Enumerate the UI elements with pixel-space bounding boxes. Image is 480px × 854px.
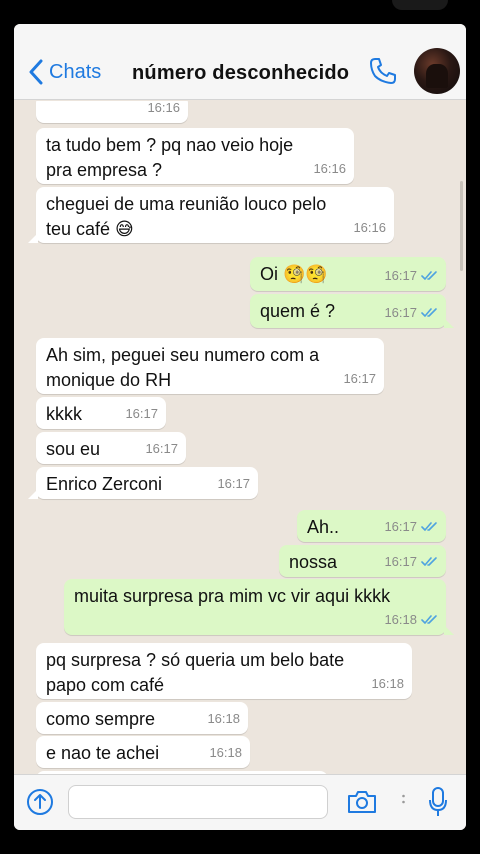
- message-meta: 16:18: [207, 706, 240, 731]
- double-check-icon: [421, 557, 437, 566]
- message-time: 16:17: [343, 371, 376, 386]
- incoming-message[interactable]: 16:16: [36, 101, 188, 123]
- message-meta: 16:16: [353, 215, 386, 240]
- message-time: 16:18: [209, 745, 242, 760]
- arrow-up-circle-icon[interactable]: [26, 788, 54, 816]
- message-text: teu café 😅: [46, 219, 134, 239]
- incoming-message[interactable]: e nao te achei 16:18: [36, 736, 250, 768]
- message-meta: 16:17: [384, 549, 438, 574]
- message-text: Ah sim, peguei seu numero com a: [46, 345, 320, 365]
- double-check-icon: [421, 522, 437, 531]
- outgoing-message[interactable]: Ah.. 16:17: [297, 510, 446, 542]
- message-meta: 16:17: [384, 300, 438, 325]
- contact-name[interactable]: número desconhecido: [132, 62, 349, 85]
- message-text: monique do RH: [46, 370, 172, 390]
- message-list[interactable]: 16:16 ta tudo bem ? pq nao veio hoje pra e…: [14, 101, 466, 774]
- message-time: 16:16: [313, 161, 346, 176]
- outgoing-message[interactable]: muita surpresa pra mim vc vir aqui kkkk 1…: [64, 579, 454, 635]
- message-text: muita surpresa pra mim vc vir aqui kkkk: [74, 586, 391, 606]
- message-meta: 16:16: [313, 156, 346, 181]
- phone-icon[interactable]: [368, 56, 398, 86]
- message-time: 16:17: [384, 519, 417, 534]
- message-time: 16:18: [371, 676, 404, 691]
- double-check-icon: [421, 271, 437, 280]
- incoming-message[interactable]: kkkk 16:17: [36, 397, 166, 429]
- message-time: 16:16: [353, 220, 386, 235]
- incoming-message[interactable]: ta tudo bem ? pq nao veio hoje pra empres…: [36, 128, 354, 184]
- message-meta: 16:17: [384, 514, 438, 539]
- back-to-chats-button[interactable]: Chats: [28, 58, 101, 86]
- message-meta: 16:17: [384, 263, 438, 288]
- back-label: Chats: [49, 60, 102, 83]
- message-meta: 16:17: [343, 366, 376, 391]
- outgoing-message[interactable]: quem é ? 16:17: [250, 294, 454, 328]
- outgoing-message[interactable]: Oi 🧐🧐 16:17: [250, 257, 446, 291]
- message-text: pra empresa ?: [46, 160, 163, 180]
- message-text: cheguei de uma reunião louco pelo: [46, 194, 327, 214]
- message-text: papo com café: [46, 675, 165, 695]
- double-check-icon: [421, 308, 437, 317]
- device-notch: [392, 0, 448, 10]
- message-time: 16:17: [384, 305, 417, 320]
- chat-header: Chats número desconhecido: [14, 24, 466, 100]
- message-input[interactable]: [68, 785, 328, 819]
- message-meta: 16:18: [209, 740, 242, 765]
- incoming-message[interactable]: Ah sim, peguei seu numero com a monique d…: [36, 338, 384, 394]
- message-text: ta tudo bem ? pq nao veio hoje: [46, 135, 294, 155]
- incoming-message[interactable]: como sempre 16:18: [36, 702, 248, 734]
- incoming-message[interactable]: Enrico Zerconi 16:17: [28, 467, 258, 499]
- whatsapp-chat-screen: Chats número desconhecido 16:16 ta tudo b…: [14, 24, 466, 830]
- compose-bar: [14, 774, 466, 830]
- divider-dots-icon: [402, 794, 405, 804]
- microphone-icon[interactable]: [428, 786, 448, 818]
- message-meta: 16:17: [125, 401, 158, 426]
- message-meta: 16:17: [145, 436, 178, 461]
- incoming-message[interactable]: pq surpresa ? só queria um belo bate papo…: [36, 643, 412, 699]
- message-meta: 16:17: [217, 471, 250, 496]
- message-meta: 16:18: [371, 671, 404, 696]
- camera-icon[interactable]: [346, 789, 378, 815]
- message-meta: 16:16: [147, 101, 180, 120]
- scrollbar[interactable]: [460, 181, 463, 271]
- message-time: 16:16: [147, 101, 180, 115]
- message-meta: 16:18: [384, 607, 438, 632]
- message-time: 16:18: [384, 612, 417, 627]
- message-time: 16:17: [145, 441, 178, 456]
- incoming-message[interactable]: cheguei de uma reunião louco pelo teu caf…: [28, 187, 394, 243]
- chevron-left-icon: [29, 59, 43, 85]
- message-time: 16:18: [207, 711, 240, 726]
- double-check-icon: [421, 615, 437, 624]
- outgoing-message[interactable]: nossa 16:17: [279, 545, 446, 577]
- message-time: 16:17: [384, 554, 417, 569]
- message-time: 16:17: [217, 476, 250, 491]
- incoming-message[interactable]: sou eu 16:17: [36, 432, 186, 464]
- contact-avatar[interactable]: [414, 48, 460, 94]
- message-time: 16:17: [125, 406, 158, 421]
- message-time: 16:17: [384, 268, 417, 283]
- message-text: pq surpresa ? só queria um belo bate: [46, 650, 345, 670]
